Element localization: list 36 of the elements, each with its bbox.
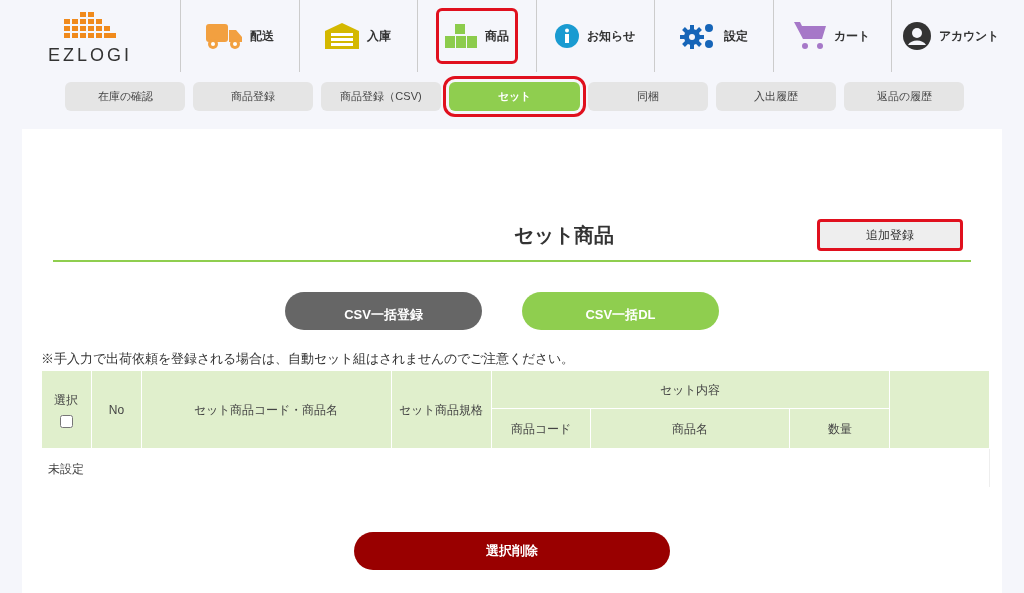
subnav-tab[interactable]: 商品登録 xyxy=(193,82,313,111)
csv-button[interactable]: CSV一括登録 xyxy=(285,292,482,330)
nav-item[interactable]: 配送 xyxy=(196,8,283,64)
warehouse-icon xyxy=(325,23,360,49)
select-all-checkbox[interactable] xyxy=(59,415,73,428)
boxes-icon xyxy=(444,24,477,48)
notice-text: ※手入力で出荷依頼を登録される場合は、自動セット組はされませんのでご注意ください。 xyxy=(41,350,575,368)
cart-icon xyxy=(794,22,827,50)
nav-item[interactable]: 入庫 xyxy=(316,8,401,64)
logo-text: EZLOGI xyxy=(48,46,132,64)
page-title: セット商品 xyxy=(514,223,614,248)
nav-item[interactable]: カート xyxy=(785,8,880,64)
subnav-tab[interactable]: 返品の履歴 xyxy=(844,82,964,111)
column-header: 数量 xyxy=(789,408,890,449)
truck-icon xyxy=(205,22,242,50)
column-header: セット商品規格 xyxy=(391,370,491,449)
add-button[interactable]: 追加登録 xyxy=(817,219,963,251)
info-icon xyxy=(555,24,580,48)
nav-item[interactable]: お知らせ xyxy=(546,8,645,64)
subnav-tab[interactable]: 入出履歴 xyxy=(716,82,836,111)
column-header: 選択 xyxy=(54,392,79,409)
gears-icon xyxy=(679,22,716,50)
subnav-tab[interactable]: 在庫の確認 xyxy=(65,82,185,111)
nav-item[interactable]: アカウント xyxy=(893,8,1008,64)
column-header: 商品コード xyxy=(491,408,591,449)
column-header: セット内容 xyxy=(491,370,890,409)
column-header: 商品名 xyxy=(590,408,790,449)
column-header: セット商品コード・商品名 xyxy=(141,370,392,449)
empty-row-text: 未設定 xyxy=(47,461,84,476)
subnav-tab[interactable]: 商品登録（CSV) xyxy=(321,82,441,111)
nav-item[interactable]: 商品 xyxy=(435,8,518,64)
user-icon xyxy=(902,22,931,50)
nav-item[interactable]: 設定 xyxy=(670,8,757,64)
subnav-tab[interactable]: 同梱 xyxy=(588,82,708,111)
column-header: No xyxy=(91,370,142,449)
delete-button[interactable]: 選択削除 xyxy=(354,531,670,570)
